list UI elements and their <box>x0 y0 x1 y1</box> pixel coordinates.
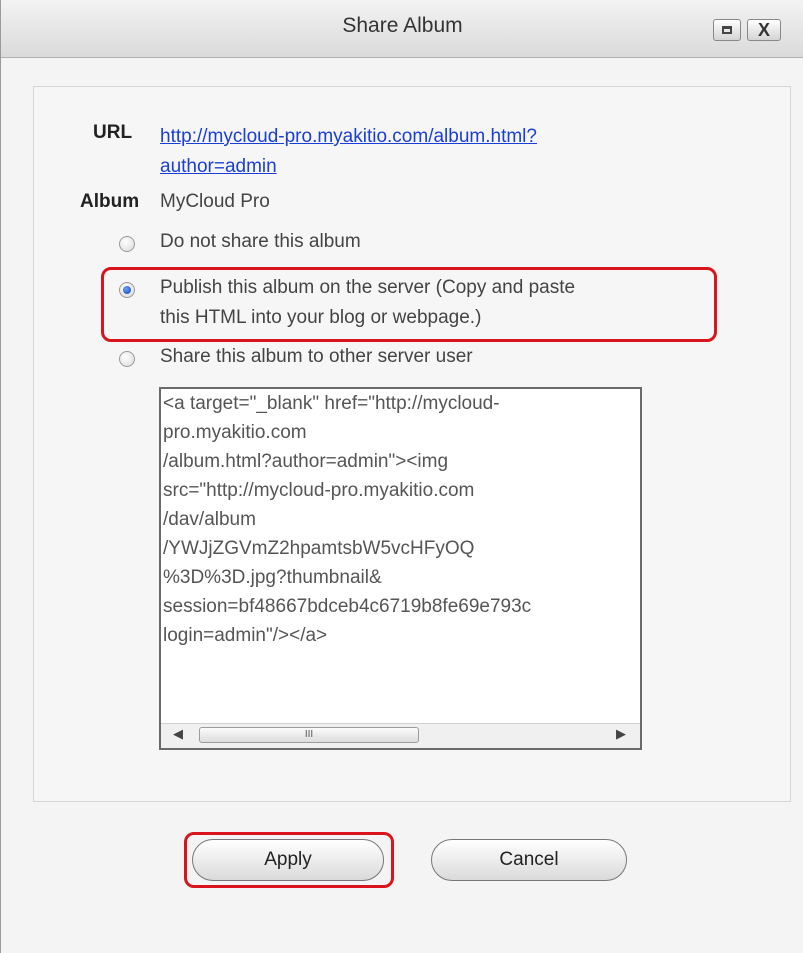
code-line: login=admin"/></a> <box>163 625 328 646</box>
horizontal-scrollbar[interactable]: ◀ III ▶ <box>161 723 640 748</box>
publish-label-line2: this HTML into your blog or webpage.) <box>160 307 482 328</box>
album-label: Album <box>80 191 140 212</box>
scroll-thumb[interactable]: III <box>199 727 419 743</box>
no-share-label: Do not share this album <box>160 231 361 252</box>
url-label: URL <box>93 122 133 143</box>
close-button[interactable]: X <box>747 19 781 41</box>
scroll-left-arrow-icon[interactable]: ◀ <box>173 726 183 742</box>
code-line: pro.myakitio.com <box>163 422 307 443</box>
code-line: /dav/album <box>163 509 256 530</box>
code-line: /YWJjZGVmZ2hpamtsbW5vcHFyOQ <box>163 538 475 559</box>
dialog-title: Share Album <box>342 14 463 37</box>
code-line: src="http://mycloud-pro.myakitio.com <box>163 480 475 501</box>
maximize-button[interactable] <box>713 19 741 41</box>
publish-label-line1: Publish this album on the server (Copy a… <box>160 277 576 298</box>
album-url-link[interactable]: http://mycloud-pro.myakitio.com/album.ht… <box>160 122 540 182</box>
code-line: %3D%3D.jpg?thumbnail& <box>163 567 382 588</box>
apply-button[interactable]: Apply <box>192 839 384 881</box>
publish-radio[interactable] <box>119 282 135 298</box>
code-line: <a target="_blank" href="http://mycloud- <box>163 393 500 414</box>
share-user-radio[interactable] <box>119 351 135 367</box>
close-icon: X <box>757 20 770 40</box>
maximize-icon <box>722 26 732 34</box>
code-line: /album.html?author=admin"><img <box>163 451 449 472</box>
share-user-label: Share this album to other server user <box>160 346 473 367</box>
no-share-radio[interactable] <box>119 236 135 252</box>
cancel-button[interactable]: Cancel <box>431 839 627 881</box>
html-code-textarea[interactable]: <a target="_blank" href="http://mycloud-… <box>159 387 642 750</box>
share-album-dialog: Share Album X URL http://mycloud-pro.mya… <box>0 0 803 953</box>
title-bar[interactable]: Share Album X <box>1 0 803 58</box>
scroll-right-arrow-icon[interactable]: ▶ <box>616 726 626 742</box>
code-line: session=bf48667bdceb4c6719b8fe69e793c <box>163 596 532 617</box>
album-name: MyCloud Pro <box>160 191 270 212</box>
